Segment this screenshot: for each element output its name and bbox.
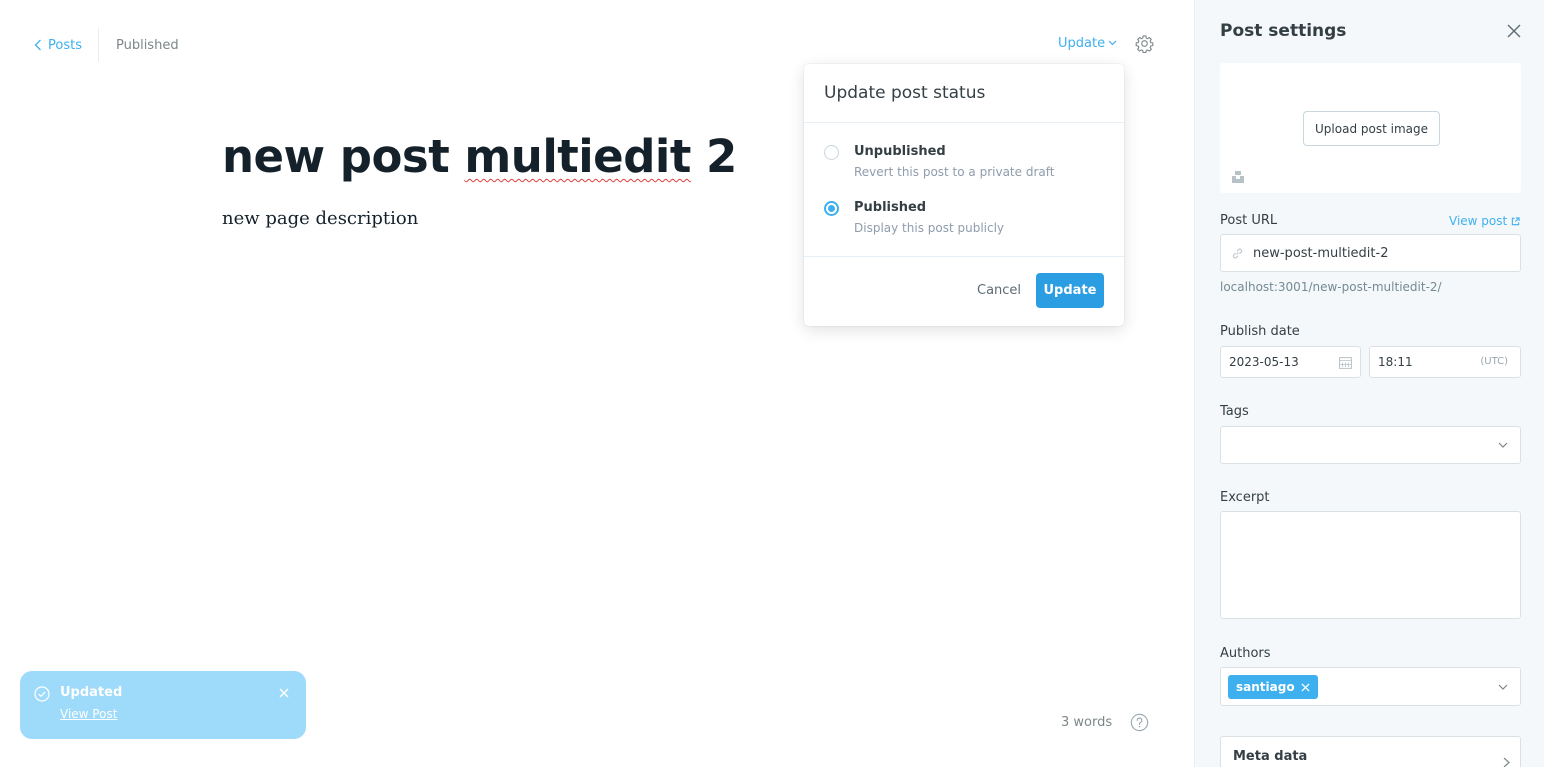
chevron-down-icon bbox=[1108, 40, 1117, 46]
unpublished-option-text: Unpublished Revert this post to a privat… bbox=[854, 143, 1054, 181]
published-option-text: Published Display this post publicly bbox=[854, 199, 1004, 237]
chevron-down-icon bbox=[1498, 684, 1508, 690]
misspelled-word: multiedit bbox=[464, 130, 691, 183]
unsplash-icon[interactable] bbox=[1231, 170, 1245, 184]
link-icon bbox=[1232, 248, 1243, 258]
panel-title: Post settings bbox=[1220, 21, 1347, 41]
question-icon[interactable] bbox=[1130, 713, 1149, 732]
publish-time-value: 18:11 bbox=[1378, 355, 1413, 369]
authors-label: Authors bbox=[1220, 646, 1271, 661]
excerpt-textarea[interactable] bbox=[1220, 511, 1521, 619]
external-link-icon bbox=[1512, 216, 1520, 225]
publish-date-input[interactable]: 2023-05-13 bbox=[1220, 346, 1361, 378]
published-radio[interactable] bbox=[824, 201, 839, 216]
back-to-posts-link[interactable]: Posts bbox=[34, 38, 82, 53]
post-settings-panel: Post settings Upload post image Post URL… bbox=[1194, 0, 1544, 767]
editor-header-right: Update bbox=[1058, 31, 1154, 55]
post-url-label: Post URL bbox=[1220, 213, 1278, 228]
update-button[interactable]: Update bbox=[1036, 273, 1104, 308]
editor-header-left: Posts Published bbox=[34, 28, 179, 62]
chevron-left-icon bbox=[34, 39, 41, 51]
publish-time-input[interactable]: 18:11 (UTC) bbox=[1369, 346, 1521, 378]
post-status-label: Published bbox=[115, 37, 179, 53]
author-name: santiago bbox=[1236, 680, 1295, 694]
post-image-dropzone[interactable]: Upload post image bbox=[1220, 63, 1521, 193]
update-status-popover: Update post status Unpublished Revert th… bbox=[804, 64, 1124, 326]
popover-title: Update post status bbox=[804, 64, 1124, 123]
toast-view-post-link[interactable]: View Post bbox=[60, 707, 117, 721]
post-title-suffix: 2 bbox=[690, 130, 737, 183]
gear-icon bbox=[1135, 34, 1153, 53]
post-url-value: new-post-multiedit-2 bbox=[1253, 245, 1389, 261]
published-label: Published bbox=[854, 200, 927, 215]
status-option-unpublished[interactable]: Unpublished Revert this post to a privat… bbox=[824, 143, 1054, 181]
unpublished-description: Revert this post to a private draft bbox=[854, 165, 1055, 179]
view-post-label: View post bbox=[1449, 214, 1508, 228]
status-option-published[interactable]: Published Display this post publicly bbox=[824, 199, 1004, 237]
meta-data-nav[interactable]: Meta data bbox=[1220, 736, 1521, 767]
published-description: Display this post publicly bbox=[854, 221, 1005, 235]
chevron-right-icon bbox=[1503, 757, 1510, 767]
tags-label: Tags bbox=[1220, 404, 1249, 419]
authors-select[interactable]: santiago bbox=[1220, 667, 1521, 706]
unpublished-label: Unpublished bbox=[854, 144, 946, 159]
close-icon[interactable] bbox=[1507, 24, 1521, 38]
post-title-prefix: new post bbox=[222, 130, 465, 183]
toast-title: Updated bbox=[60, 685, 123, 700]
back-link-label: Posts bbox=[48, 37, 82, 53]
check-circle-icon bbox=[34, 686, 50, 702]
word-count: 3 words bbox=[1061, 715, 1113, 730]
chevron-down-icon bbox=[1498, 442, 1508, 448]
tags-select[interactable] bbox=[1220, 426, 1521, 464]
author-token: santiago bbox=[1228, 675, 1318, 699]
post-full-url: localhost:3001/new-post-multiedit-2/ bbox=[1220, 280, 1442, 294]
update-menu-trigger[interactable]: Update bbox=[1058, 36, 1117, 51]
view-post-link[interactable]: View post bbox=[1449, 214, 1520, 228]
close-icon[interactable] bbox=[278, 687, 290, 699]
post-title[interactable]: new post multiedit 2 bbox=[222, 130, 737, 183]
cancel-button[interactable]: Cancel bbox=[977, 283, 1021, 298]
settings-toggle-button[interactable] bbox=[1134, 33, 1154, 53]
calendar-icon[interactable] bbox=[1339, 356, 1352, 369]
excerpt-label: Excerpt bbox=[1220, 490, 1270, 505]
notification-toast: Updated View Post bbox=[20, 671, 306, 739]
update-menu-label: Update bbox=[1058, 35, 1106, 51]
remove-author-icon[interactable] bbox=[1301, 682, 1310, 692]
post-body-editor[interactable]: new page description bbox=[222, 208, 418, 229]
publish-date-label: Publish date bbox=[1220, 324, 1300, 339]
popover-footer: Cancel Update bbox=[804, 256, 1124, 326]
post-url-input[interactable]: new-post-multiedit-2 bbox=[1220, 234, 1521, 272]
timezone-label: (UTC) bbox=[1480, 356, 1508, 367]
upload-post-image-button[interactable]: Upload post image bbox=[1303, 111, 1440, 146]
header-divider bbox=[97, 28, 99, 62]
publish-date-value: 2023-05-13 bbox=[1229, 355, 1299, 369]
meta-data-label: Meta data bbox=[1233, 749, 1308, 764]
unpublished-radio[interactable] bbox=[824, 145, 839, 160]
